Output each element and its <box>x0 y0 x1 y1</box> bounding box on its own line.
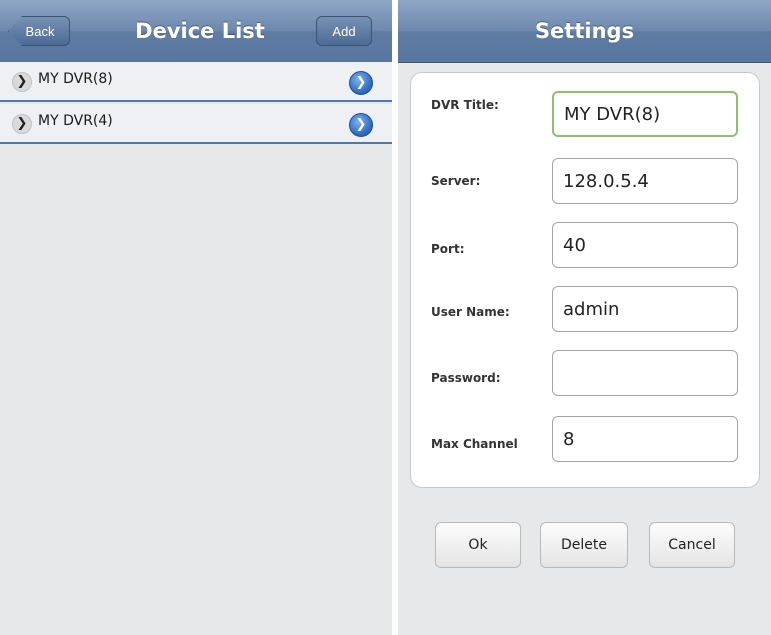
device-list-title: Device List <box>135 19 265 43</box>
add-device-button[interactable]: Add <box>316 16 372 46</box>
server-field[interactable] <box>552 158 738 204</box>
max-channel-label: Max Channel <box>431 437 518 451</box>
cancel-button[interactable]: Cancel <box>649 522 735 568</box>
dvr-title-label: DVR Title: <box>431 98 499 112</box>
info-arrow-icon[interactable]: ❯ <box>349 71 373 95</box>
ok-button[interactable]: Ok <box>435 522 521 568</box>
settings-form-card: DVR Title: Server: Port: User Name: Pass… <box>410 72 760 488</box>
back-button[interactable]: Back <box>8 16 70 46</box>
device-row[interactable]: ❯ MY DVR(8) ❯ <box>0 62 392 102</box>
settings-panel: Settings DVR Title: Server: Port: User N… <box>398 0 771 635</box>
device-name: MY DVR(8) <box>38 71 113 87</box>
device-list-header: Back Device List Add <box>0 0 392 63</box>
device-name: MY DVR(4) <box>38 113 113 129</box>
port-label: Port: <box>431 242 465 256</box>
settings-header: Settings <box>398 0 771 63</box>
max-channel-field[interactable] <box>552 416 738 462</box>
user-name-field[interactable] <box>552 286 738 332</box>
password-label: Password: <box>431 371 501 385</box>
chevron-right-icon[interactable]: ❯ <box>12 72 32 92</box>
dvr-title-field[interactable] <box>552 91 738 137</box>
device-row[interactable]: ❯ MY DVR(4) ❯ <box>0 104 392 144</box>
port-field[interactable] <box>552 222 738 268</box>
user-name-label: User Name: <box>431 305 510 319</box>
info-arrow-icon[interactable]: ❯ <box>349 113 373 137</box>
device-list-panel: Back Device List Add ❯ MY DVR(8) ❯ ❯ MY … <box>0 0 392 635</box>
delete-button[interactable]: Delete <box>540 522 628 568</box>
chevron-right-icon[interactable]: ❯ <box>12 114 32 134</box>
server-label: Server: <box>431 174 481 188</box>
settings-title: Settings <box>534 19 635 43</box>
password-field[interactable] <box>552 350 738 396</box>
